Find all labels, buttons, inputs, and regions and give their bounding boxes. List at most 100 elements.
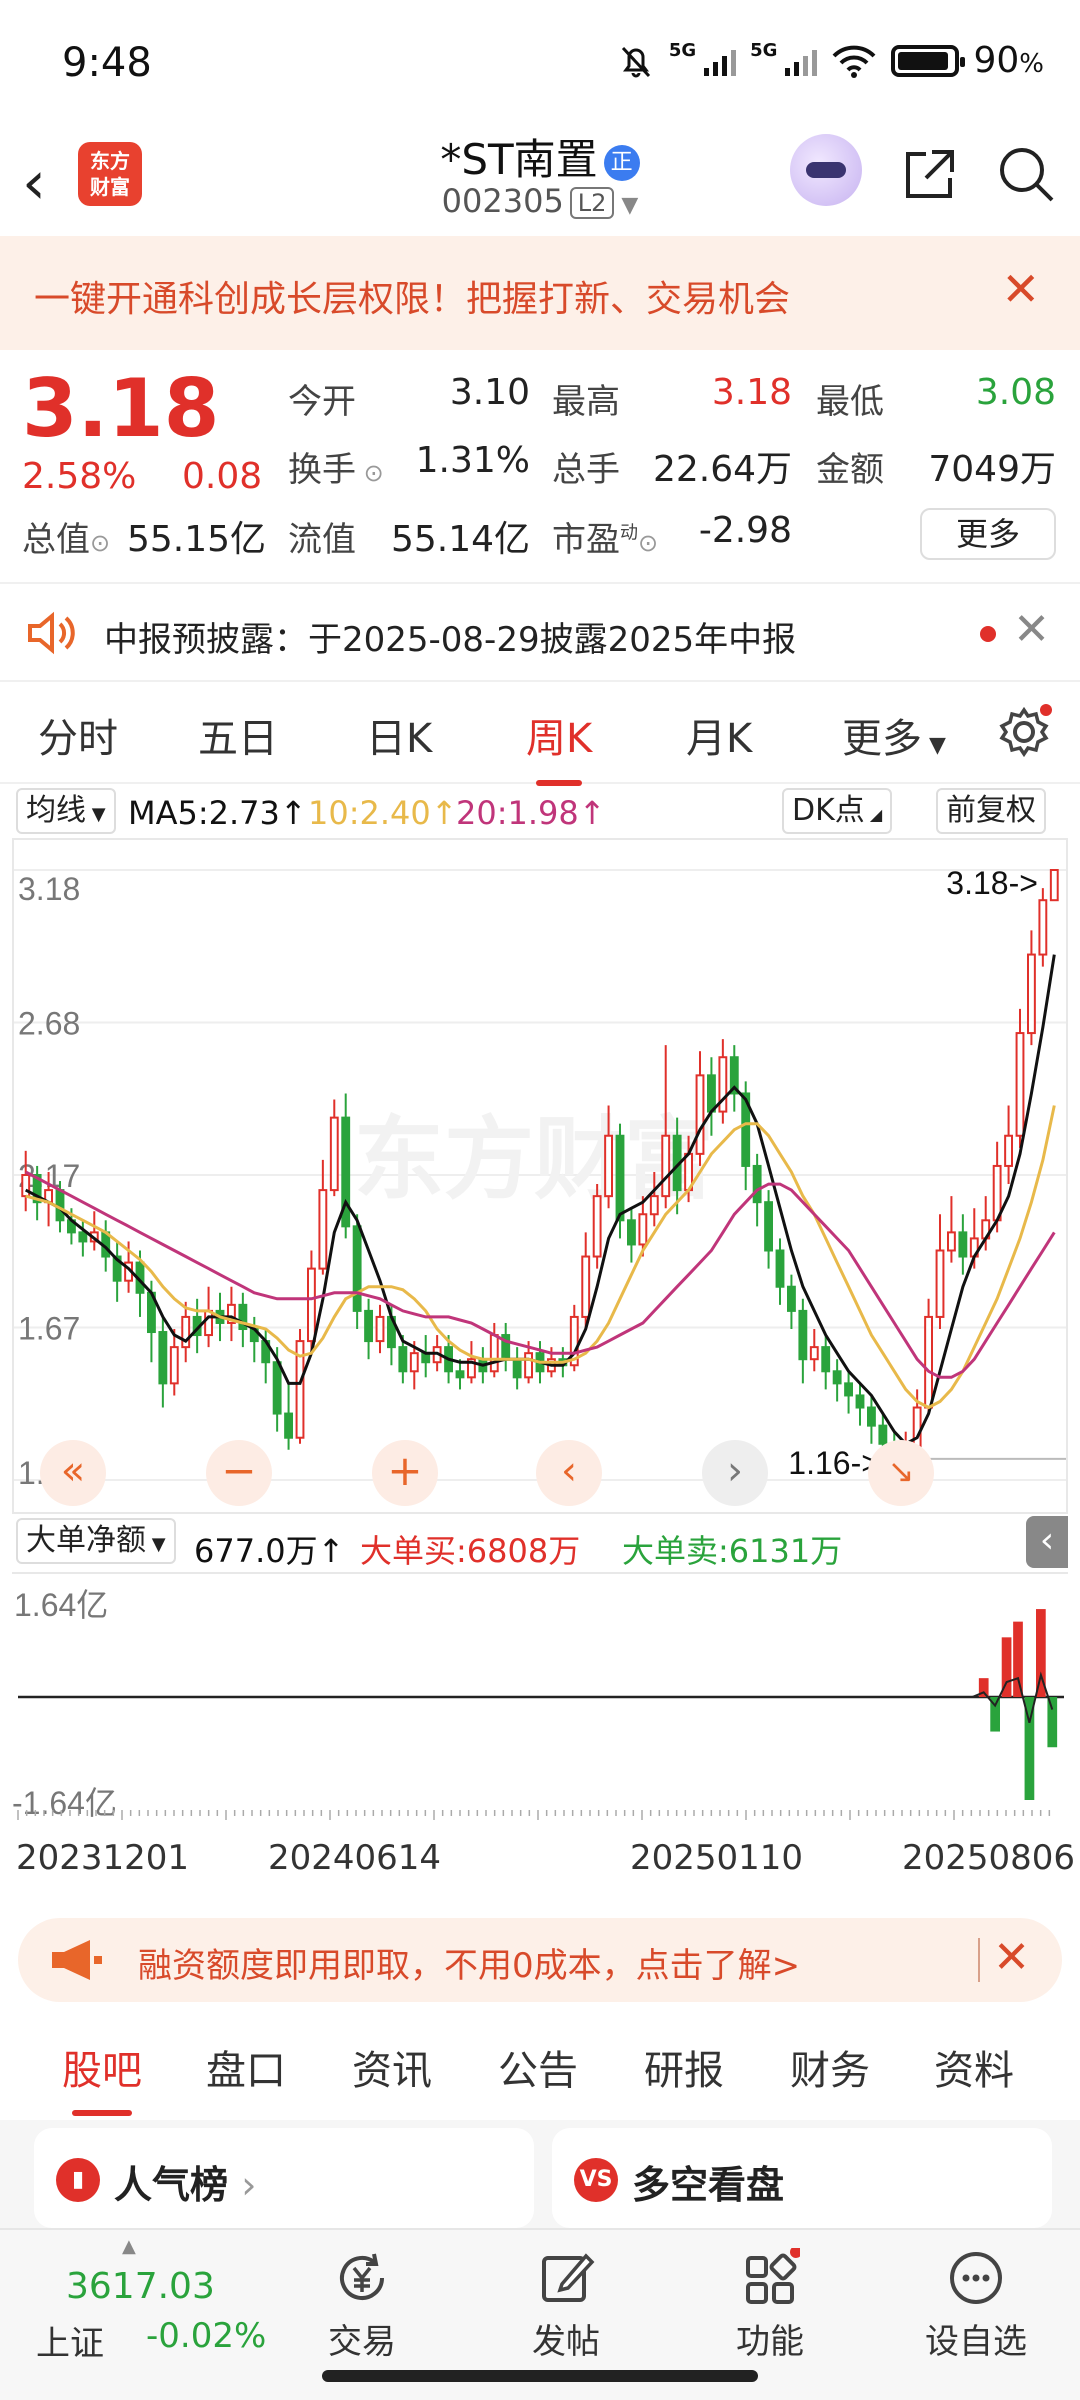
candle-body xyxy=(1049,869,1059,902)
trade-yen-icon xyxy=(340,2253,384,2300)
step-left-icon[interactable]: ‹ xyxy=(536,1440,602,1506)
ma20-value: 20:1.98↑ xyxy=(456,794,606,832)
kline-chart-svg[interactable]: 3.182.682.171.671.16东方财富3.18->1.16-> xyxy=(14,840,1066,1512)
tab-monthly[interactable]: 月K xyxy=(686,706,752,764)
tab-guba[interactable]: 股吧 xyxy=(62,2038,142,2116)
speaker-icon xyxy=(28,611,75,655)
reset-arrow-icon[interactable]: ↘ xyxy=(868,1440,934,1506)
settings-gear-icon[interactable] xyxy=(996,704,1052,760)
mktcap-value: 55.15亿 xyxy=(126,519,266,560)
collapse-panel-icon[interactable]: ‹ xyxy=(1026,1516,1068,1568)
nav-functions[interactable]: 功能 xyxy=(700,2248,840,2363)
candle-body xyxy=(855,1394,865,1409)
nav-trade[interactable]: 交易 xyxy=(292,2248,432,2363)
candle-body xyxy=(524,1352,533,1379)
signal-icon-2 xyxy=(785,46,818,76)
tab-more[interactable]: 更多 ▼ xyxy=(842,706,946,764)
nav-post[interactable]: 发帖 xyxy=(496,2248,636,2363)
candle-body xyxy=(661,1134,671,1198)
candle-body xyxy=(409,1352,419,1373)
quote-panel: 3.18 2.58% 0.08 今开 3.10 最高 3.18 最低 3.08 … xyxy=(0,352,1080,580)
home-indicator[interactable] xyxy=(322,2370,758,2382)
candle-body xyxy=(867,1406,876,1427)
status-bar: 9:48 5G 5G 90% xyxy=(0,0,1080,120)
candle-body xyxy=(787,1285,796,1312)
banner-close-icon[interactable]: ✕ xyxy=(1001,262,1040,316)
candle-body xyxy=(581,1255,591,1318)
dk-point-toggle[interactable]: DK点 ◢ xyxy=(782,788,893,834)
flow-net: 677.0万↑ xyxy=(194,1532,345,1570)
candle-body xyxy=(809,1346,819,1361)
report-notice[interactable]: 中报预披露：于2025-08-29披露2025年中报 ✕ xyxy=(0,582,1080,682)
tab-news[interactable]: 资讯 xyxy=(352,2038,432,2096)
net-5g-2: 5G xyxy=(750,40,778,61)
candle-body xyxy=(1027,953,1036,1035)
open-label: 今开 xyxy=(288,382,356,422)
flow-buy: 大单买:6808万 xyxy=(360,1532,581,1570)
high-label: 最高 xyxy=(552,382,620,422)
chart-bar-icon: ▮ xyxy=(56,2158,100,2202)
tab-minute[interactable]: 分时 xyxy=(38,706,118,764)
candle-body xyxy=(284,1412,293,1439)
flow-selector[interactable]: 大单净额 ▼ xyxy=(16,1518,176,1564)
tab-daily[interactable]: 日K xyxy=(366,706,432,764)
share-icon[interactable] xyxy=(900,144,960,204)
turnover-label[interactable]: 换手 ⊙ xyxy=(288,442,384,491)
financing-promo[interactable]: 融资额度即用即取，不用0成本，点击了解> ✕ xyxy=(18,1918,1062,2002)
more-quote-button[interactable]: 更多 xyxy=(920,508,1056,560)
low-label: 最低 xyxy=(816,382,884,422)
divider xyxy=(978,1938,980,1982)
candle-body xyxy=(455,1370,465,1379)
tab-profile[interactable]: 资料 xyxy=(934,2038,1014,2096)
zoom-in-icon[interactable]: + xyxy=(372,1440,438,1506)
volume-value: 22.64万 xyxy=(652,449,792,490)
y-tick-label: 1.67 xyxy=(18,1311,80,1347)
ma10-value: 10:2.40↑ xyxy=(308,794,458,832)
max-price-marker: 3.18-> xyxy=(946,865,1038,901)
notice-close-icon[interactable]: ✕ xyxy=(1013,604,1050,655)
adjust-toggle[interactable]: 前复权 xyxy=(936,788,1046,834)
candle-body xyxy=(935,1249,945,1318)
promo-text: 融资额度即用即取，不用0成本，点击了解> xyxy=(138,1946,801,1986)
flow-sell: 大单卖:6131万 xyxy=(622,1532,843,1570)
unread-dot xyxy=(980,626,996,642)
candle-body xyxy=(272,1361,282,1415)
notice-text: 中报预披露：于2025-08-29披露2025年中报 xyxy=(104,620,797,660)
popularity-card[interactable]: ▮ 人气榜 › xyxy=(34,2128,534,2228)
min-price-marker: 1.16-> xyxy=(788,1445,880,1481)
tab-pankou[interactable]: 盘口 xyxy=(206,2038,286,2096)
mktcap-label[interactable]: 总值⊙ xyxy=(22,512,110,561)
tab-five-day[interactable]: 五日 xyxy=(198,706,278,764)
tab-research[interactable]: 研报 xyxy=(644,2038,724,2096)
promo-banner[interactable]: 一键开通科创成长层权限！把握打新、交易机会 ✕ xyxy=(0,236,1080,350)
float-value: 55.14亿 xyxy=(390,519,530,560)
candle-body xyxy=(649,1195,659,1216)
index-value[interactable]: 3617.03 xyxy=(66,2266,215,2307)
zoom-out-icon[interactable]: − xyxy=(206,1440,272,1506)
promo-close-icon[interactable]: ✕ xyxy=(993,1932,1030,1983)
open-value: 3.10 xyxy=(449,372,530,413)
amount-value: 7049万 xyxy=(928,449,1056,490)
step-right-icon[interactable]: › xyxy=(702,1440,768,1506)
ma-selector[interactable]: 均线 ▼ xyxy=(16,788,116,834)
candle-body xyxy=(604,1134,614,1198)
kline-chart[interactable]: 3.182.682.171.671.16东方财富3.18->1.16-> xyxy=(12,838,1068,1514)
tab-finance[interactable]: 财务 xyxy=(790,2038,870,2096)
nav-add-watchlist[interactable]: 设自选 xyxy=(906,2248,1046,2363)
signal-icon xyxy=(704,46,737,76)
candle-body xyxy=(821,1346,831,1373)
assistant-robot-icon[interactable] xyxy=(790,134,862,206)
candle-body xyxy=(169,1346,179,1385)
tab-announcements[interactable]: 公告 xyxy=(498,2038,578,2096)
ma5-value: MA5:2.73↑ xyxy=(128,794,307,832)
pe-label[interactable]: 市盈动⊙ xyxy=(552,512,658,561)
candle-body xyxy=(764,1201,774,1252)
expand-up-icon[interactable]: ▲ xyxy=(122,2236,136,2257)
bull-bear-card[interactable]: VS 多空看盘 xyxy=(552,2128,1052,2228)
tab-weekly[interactable]: 周K xyxy=(526,706,592,786)
scroll-left-fast-icon[interactable]: « xyxy=(40,1440,106,1506)
banner-text: 一键开通科创成长层权限！把握打新、交易机会 xyxy=(34,279,791,320)
net-5g-1: 5G xyxy=(668,40,697,61)
candle-body xyxy=(352,1225,362,1312)
search-icon[interactable] xyxy=(996,144,1056,204)
